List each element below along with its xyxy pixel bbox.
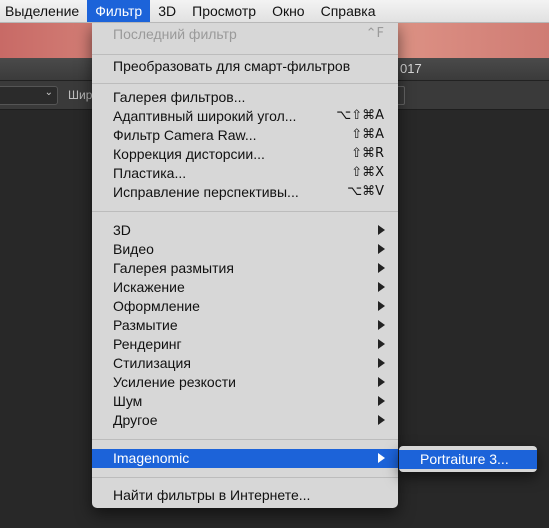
menu-item-label: Imagenomic xyxy=(113,450,190,466)
shortcut-label: ⇧⌘R xyxy=(351,146,384,161)
menu-item-liquify[interactable]: Пластика... ⇧⌘X xyxy=(92,164,398,183)
submenu-arrow-icon xyxy=(378,339,385,349)
submenu-arrow-icon xyxy=(378,396,385,406)
menu-item-label: Размытие xyxy=(113,317,178,333)
menu-item-blur[interactable]: Размытие xyxy=(92,316,398,335)
menu-item-render[interactable]: Рендеринг xyxy=(92,335,398,354)
options-select[interactable]: ⌄ xyxy=(0,86,58,105)
menu-item-last-filter: Последний фильтр ⌃F xyxy=(92,25,398,44)
shortcut-label: ⌥⇧⌘A xyxy=(336,108,384,123)
menu-item-noise[interactable]: Шум xyxy=(92,392,398,411)
submenu-arrow-icon xyxy=(378,244,385,254)
submenu-arrow-icon xyxy=(378,225,385,235)
shortcut-label: ⌥⌘V xyxy=(347,184,384,199)
menu-item-label: Рендеринг xyxy=(113,336,182,352)
shortcut-label: ⇧⌘X xyxy=(351,165,384,180)
menu-window[interactable]: Окно xyxy=(264,0,313,22)
menu-separator xyxy=(92,439,398,440)
submenu-arrow-icon xyxy=(378,301,385,311)
menu-item-stylize[interactable]: Стилизация xyxy=(92,354,398,373)
menu-item-label: Оформление xyxy=(113,298,200,314)
menu-item-label: Адаптивный широкий угол... xyxy=(113,108,297,124)
menu-item-lens-correction[interactable]: Коррекция дисторсии... ⇧⌘R xyxy=(92,145,398,164)
menu-item-filter-gallery[interactable]: Галерея фильтров... xyxy=(92,88,398,107)
submenu-arrow-icon xyxy=(378,263,385,273)
menu-item-label: Шум xyxy=(113,393,143,409)
menu-3d[interactable]: 3D xyxy=(150,0,184,22)
menu-item-label: Коррекция дисторсии... xyxy=(113,146,265,162)
app-title-fragment: 017 xyxy=(400,61,422,76)
menu-item-label: Пластика... xyxy=(113,165,187,181)
menu-item-portraiture[interactable]: Portraiture 3... xyxy=(399,450,537,469)
menu-separator xyxy=(92,54,398,55)
submenu-arrow-icon xyxy=(378,320,385,330)
submenu-arrow-icon xyxy=(378,358,385,368)
menu-item-blur-gallery[interactable]: Галерея размытия xyxy=(92,259,398,278)
submenu-arrow-icon xyxy=(378,453,385,463)
menu-bar: Выделение Фильтр 3D Просмотр Окно Справк… xyxy=(0,0,549,23)
shortcut-label: ⇧⌘A xyxy=(351,127,384,142)
menu-item-label: Portraiture 3... xyxy=(420,451,509,467)
menu-item-artistic[interactable]: Оформление xyxy=(92,297,398,316)
menu-item-3d[interactable]: 3D xyxy=(92,221,398,240)
menu-item-label: Фильтр Camera Raw... xyxy=(113,127,257,143)
menu-item-label: Стилизация xyxy=(113,355,191,371)
shortcut-label: ⌃F xyxy=(365,26,384,41)
menu-separator xyxy=(92,477,398,478)
submenu-arrow-icon xyxy=(378,377,385,387)
filter-menu: Последний фильтр ⌃F Преобразовать для см… xyxy=(92,22,398,508)
menu-item-sharpen[interactable]: Усиление резкости xyxy=(92,373,398,392)
menu-item-distort[interactable]: Искажение xyxy=(92,278,398,297)
submenu-arrow-icon xyxy=(378,282,385,292)
menu-separator xyxy=(92,83,398,84)
menu-select[interactable]: Выделение xyxy=(0,0,87,22)
menu-item-label: Последний фильтр xyxy=(113,26,237,42)
chevron-down-icon: ⌄ xyxy=(44,87,53,98)
menu-item-label: Другое xyxy=(113,412,158,428)
menu-item-other[interactable]: Другое xyxy=(92,411,398,430)
menu-item-label: Галерея фильтров... xyxy=(113,89,246,105)
menu-item-adaptive-wide-angle[interactable]: Адаптивный широкий угол... ⌥⇧⌘A xyxy=(92,107,398,126)
menu-item-vanishing-point[interactable]: Исправление перспективы... ⌥⌘V xyxy=(92,183,398,202)
menu-view[interactable]: Просмотр xyxy=(184,0,264,22)
menu-item-label: Усиление резкости xyxy=(113,374,236,390)
imagenomic-submenu: Portraiture 3... xyxy=(399,446,537,472)
menu-item-label: 3D xyxy=(113,222,131,238)
menu-item-label: Видео xyxy=(113,241,154,257)
menu-item-camera-raw[interactable]: Фильтр Camera Raw... ⇧⌘A xyxy=(92,126,398,145)
menu-item-browse-filters-online[interactable]: Найти фильтры в Интернете... xyxy=(92,486,398,505)
menu-separator xyxy=(92,211,398,212)
menu-item-label: Искажение xyxy=(113,279,185,295)
menu-item-label: Преобразовать для смарт-фильтров xyxy=(113,58,351,74)
menu-help[interactable]: Справка xyxy=(313,0,384,22)
menu-item-video[interactable]: Видео xyxy=(92,240,398,259)
menu-item-label: Найти фильтры в Интернете... xyxy=(113,487,311,503)
submenu-arrow-icon xyxy=(378,415,385,425)
menu-filter[interactable]: Фильтр xyxy=(87,0,151,22)
menu-item-label: Исправление перспективы... xyxy=(113,184,299,200)
menu-item-label: Галерея размытия xyxy=(113,260,234,276)
menu-item-imagenomic[interactable]: Imagenomic xyxy=(92,449,398,468)
options-label-fragment: Шир xyxy=(68,88,93,102)
menu-item-convert-smart-filters[interactable]: Преобразовать для смарт-фильтров xyxy=(92,57,398,76)
